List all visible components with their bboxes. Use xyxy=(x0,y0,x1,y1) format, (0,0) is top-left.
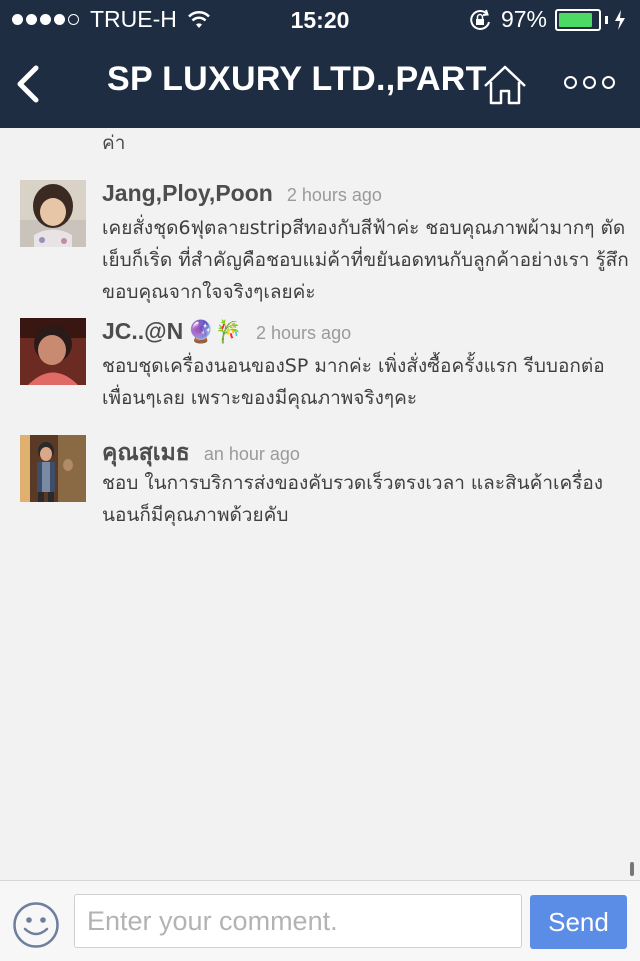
avatar[interactable] xyxy=(20,435,86,502)
battery-fill xyxy=(559,12,592,27)
comment-time: 2 hours ago xyxy=(256,323,352,343)
comment-feed[interactable]: ค่า Jang,Ploy,Poon 2 hours ago เคยสั่งชุ… xyxy=(0,128,640,880)
comment-input-bar: Send xyxy=(0,880,640,961)
navigation-bar: SP LUXURY LTD.,PART xyxy=(0,40,640,128)
comment-header: JC..@N 🔮🎋 2 hours ago xyxy=(102,318,351,345)
page-title: SP LUXURY LTD.,PART xyxy=(107,60,487,98)
home-icon[interactable] xyxy=(482,64,528,106)
charging-bolt-icon xyxy=(615,9,625,30)
comment-author[interactable]: JC..@N xyxy=(102,318,183,345)
comment-author[interactable]: Jang,Ploy,Poon xyxy=(102,180,273,207)
status-bar: TRUE-H 15:20 97% xyxy=(0,0,640,40)
scroll-indicator[interactable] xyxy=(630,862,634,876)
battery-icon xyxy=(555,8,601,31)
comment-text: ชอบ ในการบริการส่งของคับรวดเร็วตรงเวลา แ… xyxy=(102,472,604,526)
orientation-lock-icon xyxy=(470,9,490,30)
smiley-icon[interactable] xyxy=(12,901,60,949)
comment-time: an hour ago xyxy=(203,444,300,464)
comment-input[interactable] xyxy=(74,894,522,948)
author-emoji: 🔮🎋 xyxy=(187,319,243,344)
comment-header: Jang,Ploy,Poon 2 hours ago xyxy=(102,180,382,207)
send-button[interactable]: Send xyxy=(530,895,627,949)
comment-author[interactable]: คุณสุเมธ xyxy=(102,435,190,471)
battery-percent: 97% xyxy=(500,6,547,32)
more-dots-icon[interactable] xyxy=(564,76,621,89)
avatar[interactable] xyxy=(20,180,86,247)
status-right: 97% xyxy=(469,6,626,33)
battery-tip xyxy=(605,15,608,24)
avatar[interactable] xyxy=(20,318,86,385)
back-chevron-icon[interactable] xyxy=(12,64,46,104)
partial-comment-text: ค่า xyxy=(102,132,126,154)
comment-time: 2 hours ago xyxy=(286,185,382,205)
comment-header: คุณสุเมธ an hour ago xyxy=(102,435,300,471)
comment-text: เคยสั่งชุด6ฟุตลายstripสีทองกับสีฟ้าค่ะ ช… xyxy=(102,217,629,303)
comment-text: ชอบชุดเครื่องนอนของSP มากค่ะ เพิ่งสั่งซื… xyxy=(102,355,605,409)
